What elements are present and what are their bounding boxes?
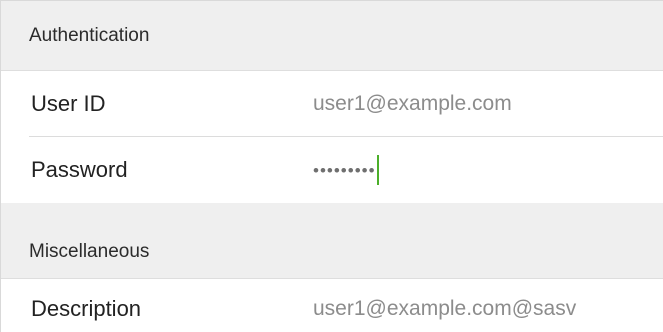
description-label: Description bbox=[31, 296, 142, 321]
section-gap bbox=[1, 203, 663, 225]
user-id-field[interactable]: user1@example.com bbox=[313, 92, 663, 116]
user-id-label: User ID bbox=[31, 91, 106, 116]
description-row[interactable]: Description user1@example.com@sasv bbox=[1, 279, 663, 332]
user-id-row[interactable]: User ID user1@example.com bbox=[1, 71, 663, 137]
text-cursor bbox=[376, 155, 379, 185]
authentication-section-header: Authentication bbox=[1, 1, 663, 71]
description-field[interactable]: user1@example.com@sasv bbox=[313, 297, 663, 321]
authentication-section-title: Authentication bbox=[29, 24, 150, 46]
password-masked-text: ••••••••• bbox=[313, 160, 376, 180]
password-label: Password bbox=[31, 157, 128, 182]
miscellaneous-section-title: Miscellaneous bbox=[29, 240, 150, 262]
miscellaneous-section-header: Miscellaneous bbox=[1, 225, 663, 279]
password-field[interactable]: ••••••••• bbox=[313, 155, 663, 185]
password-row[interactable]: Password ••••••••• bbox=[1, 137, 663, 203]
settings-form: Authentication User ID user1@example.com… bbox=[0, 0, 663, 332]
